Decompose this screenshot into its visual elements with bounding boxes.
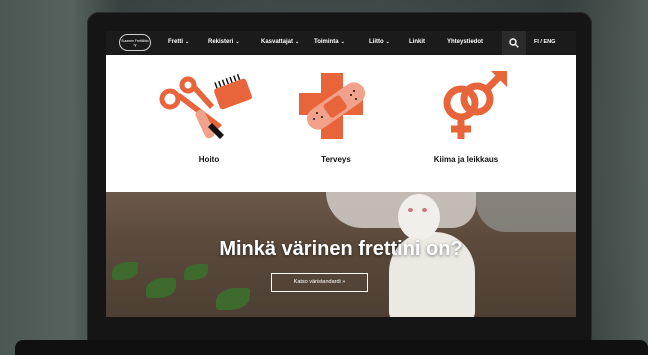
- hero-title: Minkä värinen frettini on?: [219, 238, 463, 260]
- nav-item-label: Fretti: [168, 39, 183, 45]
- feature-hoito[interactable]: Hoito: [156, 55, 276, 192]
- ferret-photo-head: [398, 194, 440, 240]
- nav-item-linkit[interactable]: Linkit: [409, 39, 425, 45]
- nav-item-label: Liitto: [369, 39, 384, 45]
- chevron-down-icon: ⌄: [185, 39, 190, 45]
- nav-item-label: Linkit: [409, 39, 425, 45]
- ferret-eye: [408, 208, 413, 212]
- nav-item-label: Yhteystiedot: [447, 39, 484, 45]
- nav-item-fretti[interactable]: Fretti ⌄: [168, 39, 189, 45]
- search-button[interactable]: [502, 31, 526, 55]
- nav-item-kasvattajat[interactable]: Kasvattajat ⌄: [261, 39, 299, 45]
- leaf-decoration: [146, 278, 176, 298]
- nav-item-rekisteri[interactable]: Rekisteri ⌄: [208, 39, 240, 45]
- nav-item-toiminta[interactable]: Toiminta ⌄: [314, 39, 345, 45]
- leaf-decoration: [184, 264, 208, 280]
- feature-label: Hoito: [198, 155, 220, 164]
- nav-item-liitto[interactable]: Liitto ⌄: [369, 39, 390, 45]
- nav-item-yhteystiedot[interactable]: Yhteystiedot: [447, 39, 483, 45]
- chevron-down-icon: ⌄: [295, 39, 300, 45]
- laptop-screen: Suomen Frettiliitto ry Fretti ⌄ Rekisteri…: [106, 31, 576, 317]
- search-icon: [509, 38, 519, 48]
- language-switcher[interactable]: FI / ENG: [534, 39, 555, 45]
- chevron-down-icon: ⌄: [235, 39, 240, 45]
- nav-item-label: Kasvattajat: [261, 39, 294, 45]
- nav-item-label: Toiminta: [314, 39, 339, 45]
- feature-terveys[interactable]: Terveys: [281, 55, 401, 192]
- gender-symbols-icon: [443, 70, 507, 139]
- site-logo[interactable]: Suomen Frettiliitto ry: [119, 34, 151, 51]
- top-navigation: Suomen Frettiliitto ry Fretti ⌄ Rekisteri…: [106, 31, 576, 55]
- color-standard-button[interactable]: Katso väristandardi »: [271, 273, 368, 292]
- feature-kiima-ja-leikkaus[interactable]: Kiima ja leikkaus: [411, 55, 531, 192]
- laptop-base: [15, 340, 648, 355]
- feature-label: Terveys: [321, 155, 351, 164]
- feature-label: Kiima ja leikkaus: [433, 155, 499, 164]
- leaf-decoration: [112, 262, 138, 280]
- health-cross-bandage-icon: [299, 73, 366, 139]
- chevron-down-icon: ⌄: [340, 39, 345, 45]
- chevron-down-icon: ⌄: [385, 39, 390, 45]
- leaf-decoration: [216, 288, 250, 310]
- nav-item-label: Rekisteri: [208, 39, 234, 45]
- grooming-scissors-brush-icon: [159, 74, 252, 139]
- hero-photo-rock: [476, 192, 576, 232]
- ferret-eye: [422, 208, 427, 212]
- hero-banner: Minkä värinen frettini on? Katso värista…: [106, 192, 576, 317]
- feature-icons-row: Hoito Terveys Kiima ja leikkaus: [106, 55, 576, 192]
